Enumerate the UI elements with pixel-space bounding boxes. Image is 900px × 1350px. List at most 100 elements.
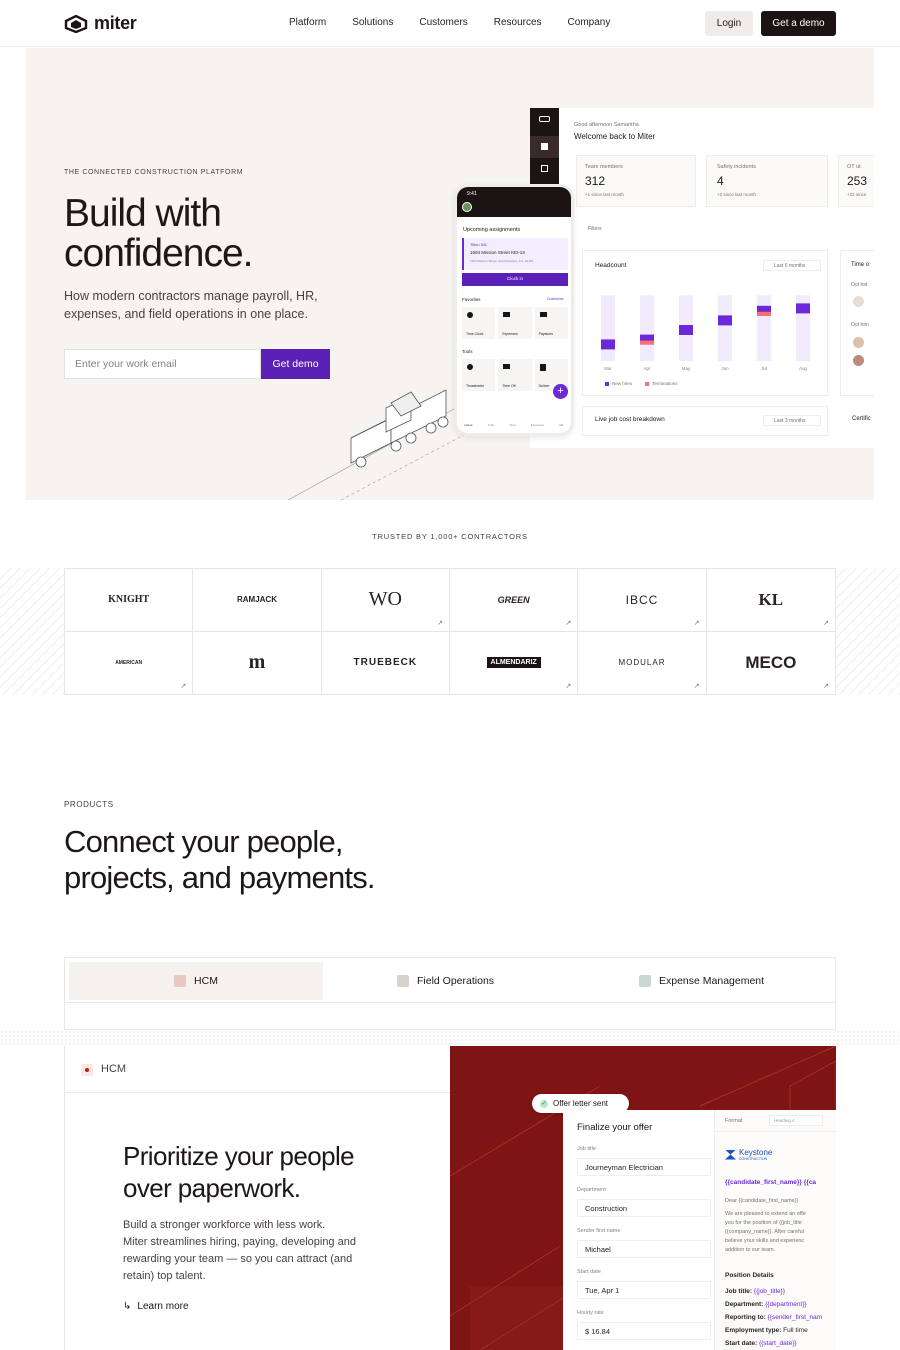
format-label: Format [725, 1118, 743, 1124]
logo-text: ALMENDARIZ [486, 657, 541, 669]
detail-key: Department: [725, 1301, 764, 1308]
tool-timesheets[interactable]: Timesheets [462, 359, 496, 391]
logo-wo[interactable]: WO ↗ [321, 569, 450, 632]
job-number: Tilton IN1 [470, 242, 487, 247]
tab-field-operations[interactable]: Field Operations [397, 962, 494, 1000]
dashboard-preview: Good afternoon Samantha Welcome back to … [530, 108, 874, 448]
bottom-nav-home[interactable]: Home [465, 423, 473, 427]
nav-customers[interactable]: Customers [419, 17, 467, 28]
headcount-bars: Mar Apr May Jun Jul Aug [601, 295, 810, 371]
start-date-field[interactable]: Tue, Apr 1 [577, 1281, 711, 1299]
logo-kl[interactable]: KL ↗ [706, 569, 835, 632]
job-cost-card: Live job cost breakdown Last 3 months [582, 406, 828, 436]
favorites-label: Favorites [462, 297, 481, 302]
job-city: 1604 Mission Street, San Francisco, CA, … [470, 259, 534, 263]
legend-term-label: Terminations [652, 381, 678, 386]
logo-text: IBCC [625, 592, 659, 607]
out-today: Out tod [851, 282, 868, 288]
hcm-badge-icon [81, 1064, 93, 1076]
bottom-nav-expenses[interactable]: Expenses [531, 423, 544, 427]
tab-hcm[interactable]: HCM [69, 962, 323, 1000]
login-button[interactable]: Login [705, 11, 753, 36]
miter-logo[interactable]: miter [64, 13, 137, 34]
logo-text: KNIGHT [108, 594, 150, 606]
nav-solutions[interactable]: Solutions [352, 17, 393, 28]
customize-link[interactable]: Customize [547, 297, 564, 301]
tool-label: Timesheets [466, 384, 484, 388]
check-icon: ✓ [540, 1099, 548, 1108]
get-demo-button[interactable]: Get a demo [761, 11, 836, 36]
learn-more-link[interactable]: ↳ Learn more [123, 1301, 189, 1312]
hcm-headline-line1: Prioritize your people [123, 1141, 355, 1171]
job-title-field[interactable]: Journeyman Electrician [577, 1158, 711, 1176]
time-off-card: Time o Out tod Out tom [840, 250, 874, 396]
tools-label: Tools [462, 349, 473, 354]
logo-text: TRUEBECK [353, 657, 418, 669]
tool-time-off[interactable]: Time Off [498, 359, 532, 391]
bottom-nav-jobs[interactable]: Jobs [488, 423, 494, 427]
dash-welcome: Welcome back to Miter [574, 132, 656, 141]
logo-ibcc[interactable]: IBCC ↗ [578, 569, 707, 632]
tab-label: HCM [194, 975, 218, 987]
dotted-divider [0, 1030, 900, 1046]
range-select-2[interactable]: Last 3 months [763, 415, 821, 426]
detail-value: {{job_title}} [753, 1288, 785, 1295]
phone-header: 9:41 [457, 187, 571, 217]
month-label: May [682, 366, 691, 371]
logo-american[interactable]: AMERICAN ↗ [65, 631, 194, 694]
stat-value: 312 [585, 174, 606, 188]
detail-value: {{department}} [765, 1301, 807, 1308]
stat-label: OT ut [847, 164, 861, 170]
nav-platform[interactable]: Platform [289, 17, 326, 28]
department-field[interactable]: Construction [577, 1199, 711, 1217]
fav-expenses[interactable]: Expenses [498, 307, 532, 339]
add-fab-icon[interactable]: + [553, 384, 568, 399]
stat-value: 253 [847, 174, 868, 188]
position-details-title: Position Details [725, 1272, 774, 1279]
fav-paystubs[interactable]: Paystubs [534, 307, 568, 339]
nav-resources[interactable]: Resources [494, 17, 542, 28]
logo-green[interactable]: GREEN ↗ [449, 569, 579, 632]
logo-modular[interactable]: MODULAR ↗ [578, 631, 707, 694]
field-label: Start date [577, 1269, 601, 1275]
stat-label: Team members [585, 164, 623, 170]
heading-select[interactable]: Heading 4 [769, 1115, 823, 1126]
work-email-input[interactable]: Enter your work email [64, 349, 261, 379]
get-demo-submit[interactable]: Get demo [261, 349, 330, 379]
tabs-spacer [64, 1003, 836, 1030]
nav-company[interactable]: Company [568, 17, 611, 28]
letter-preview: Format Heading 4 Keystone CONSTRUCTION {… [714, 1110, 837, 1350]
assignment-card[interactable]: Tilton IN1 1604 Mission Street KEI-13 16… [462, 238, 568, 270]
month-label: Aug [799, 366, 808, 371]
external-link-icon: ↗ [565, 619, 572, 627]
month-label: Jun [721, 366, 729, 371]
hcm-label: HCM [101, 1063, 127, 1075]
range-select[interactable]: Last 6 months [763, 260, 821, 271]
external-link-icon: ↗ [180, 683, 187, 690]
month-label: Mar [604, 366, 612, 371]
letter-line: you for the position of {{job_title [725, 1220, 802, 1226]
clock-in-button[interactable]: Clock in [462, 273, 568, 286]
tools-grid: Timesheets Time Off Deliver [462, 359, 568, 391]
month-label: Jul [761, 366, 767, 371]
phone-time: 9:41 [467, 191, 477, 197]
fav-time-clock[interactable]: Time Clock [462, 307, 496, 339]
external-link-icon: ↗ [437, 619, 443, 627]
detail-key: Employment type: [725, 1327, 782, 1334]
bar-bg [601, 295, 615, 361]
sender-name-field[interactable]: Michael [577, 1240, 711, 1258]
bottom-nav-time[interactable]: Time [509, 423, 516, 427]
learn-more-label: Learn more [137, 1301, 189, 1312]
format-toolbar: Format Heading 4 [715, 1110, 837, 1132]
stat-card-safety: Safety incidents 4 +2 since last month [706, 155, 828, 207]
detail-value: Full time [783, 1327, 808, 1334]
tab-expense-management[interactable]: Expense Management [639, 962, 764, 1000]
bottom-nav-hr[interactable]: HR [559, 423, 563, 427]
filters-button[interactable]: Filters [588, 226, 602, 232]
logo-almendariz[interactable]: ALMENDARIZ ↗ [450, 631, 579, 694]
detail-key: Start date: [725, 1340, 758, 1347]
logo-meco[interactable]: MECO ↗ [707, 632, 835, 695]
hourly-rate-field[interactable]: $ 16.84 [577, 1322, 711, 1340]
bar-bg [718, 295, 732, 361]
letter-line: believe your skills and experienc [725, 1238, 805, 1244]
